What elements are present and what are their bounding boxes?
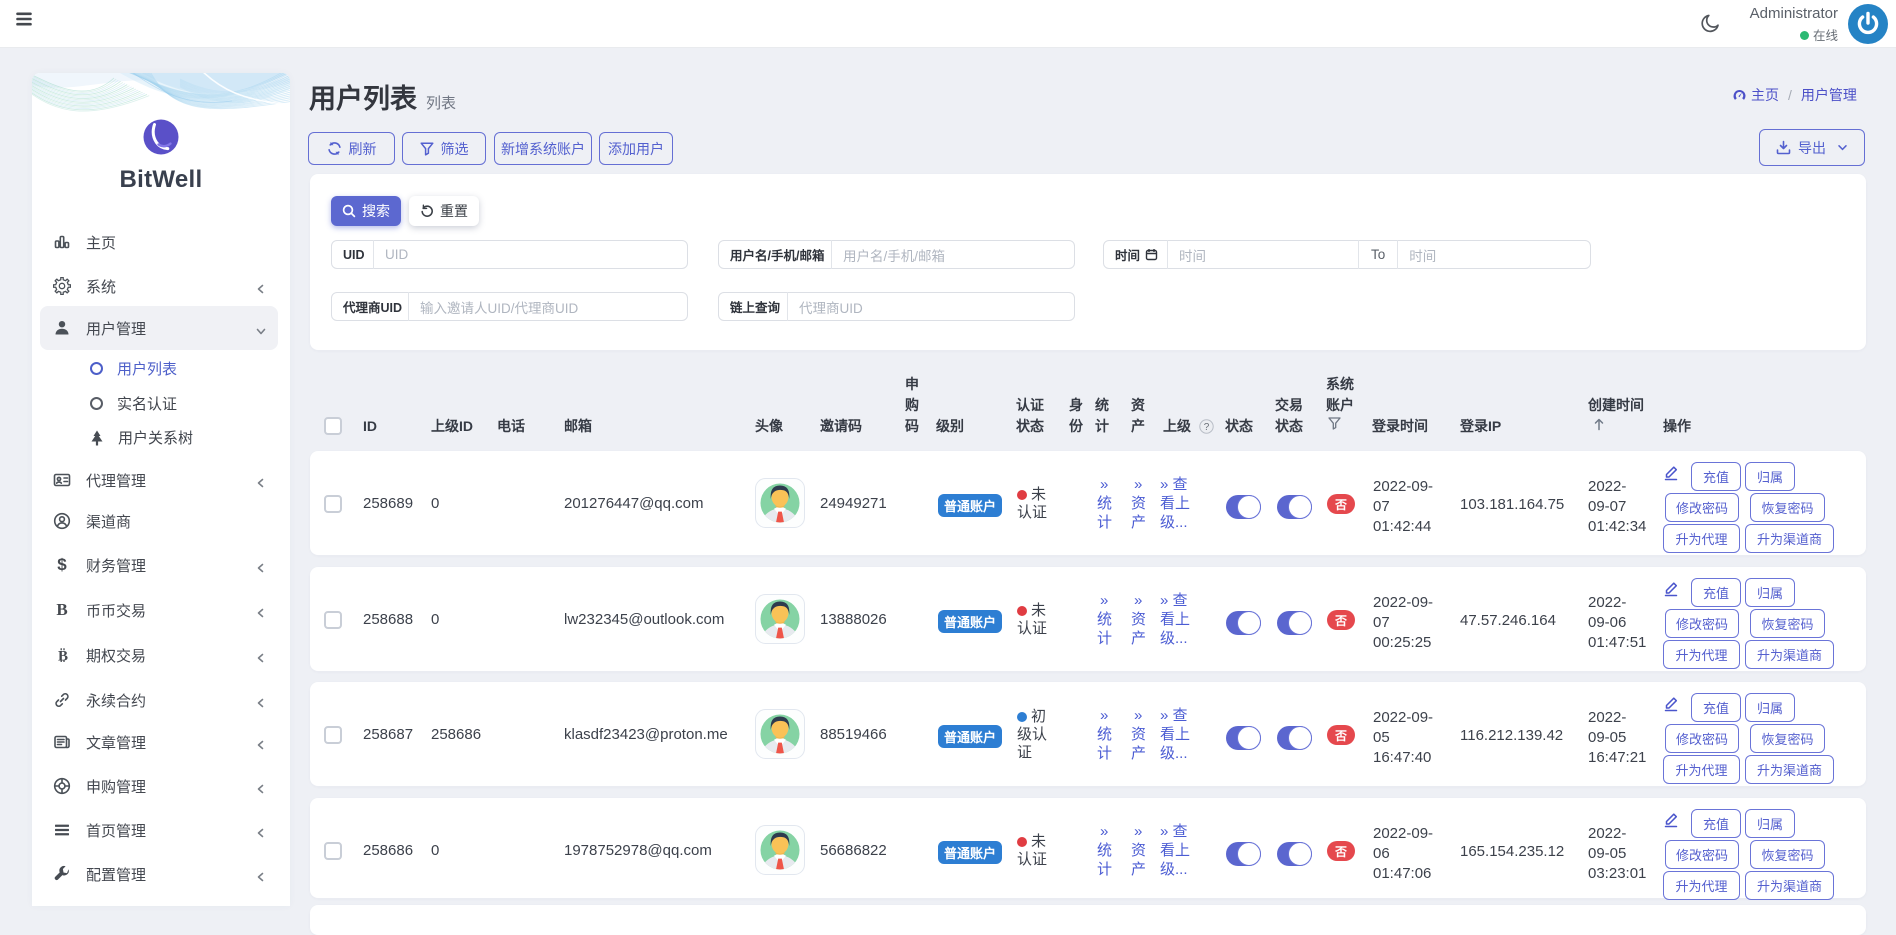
svg-text:?: ? [1204, 422, 1210, 433]
svg-text:B: B [58, 649, 68, 665]
